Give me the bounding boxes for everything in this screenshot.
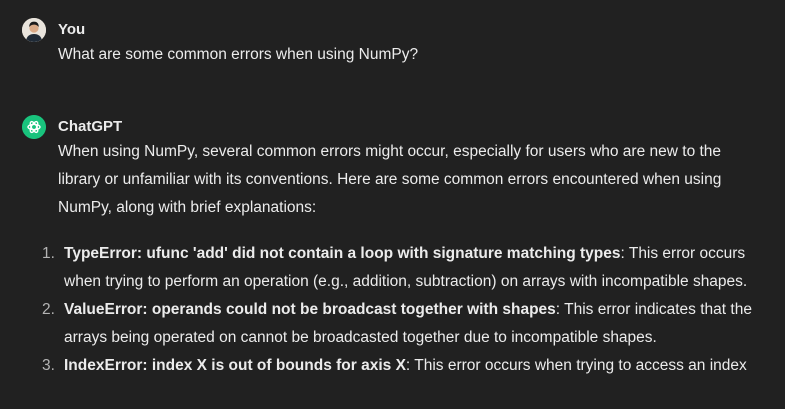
chat-page: You What are some common errors when usi… xyxy=(0,0,785,409)
assistant-author-name: ChatGPT xyxy=(58,118,123,135)
error-list: 1. TypeError: ufunc 'add' did not contain… xyxy=(42,240,765,380)
list-item-number: 1. xyxy=(42,245,55,262)
error-name: ValueError: operands could not be broadc… xyxy=(64,301,556,318)
list-item: 3. IndexError: index X is out of bounds f… xyxy=(42,352,765,380)
list-item-number: 2. xyxy=(42,301,55,318)
assistant-intro-text: When using NumPy, several common errors … xyxy=(58,143,722,216)
error-name: IndexError: index X is out of bounds for… xyxy=(64,357,406,374)
list-item-number: 3. xyxy=(42,357,55,374)
error-description: : This error occurs when trying to acces… xyxy=(405,357,747,374)
user-author-name: You xyxy=(58,21,86,38)
user-avatar-icon xyxy=(22,18,46,42)
list-item: 1. TypeError: ufunc 'add' did not contain… xyxy=(42,240,765,296)
user-message-text: What are some common errors when using N… xyxy=(58,46,419,63)
error-name: TypeError: ufunc 'add' did not contain a… xyxy=(64,245,621,262)
chatgpt-logo-icon xyxy=(22,115,46,139)
list-item: 2. ValueError: operands could not be broa… xyxy=(42,296,765,352)
